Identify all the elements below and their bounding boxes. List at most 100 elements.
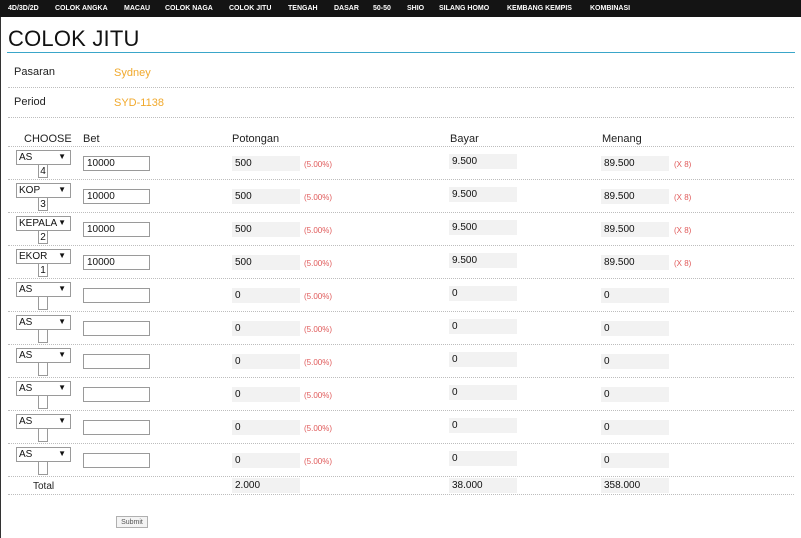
potongan-percent: (5.00%) — [304, 391, 333, 400]
menang-value: 0 — [601, 420, 669, 435]
nav-item-kembang-kempis[interactable]: KEMBANG KEMPIS — [507, 0, 572, 17]
title-divider — [7, 52, 795, 53]
divider — [8, 146, 794, 147]
bet-input[interactable] — [83, 288, 150, 303]
menang-multiplier: (X 8) — [674, 193, 692, 202]
choose-select-value: AS — [19, 152, 33, 163]
page-title: COLOK JITU — [8, 26, 140, 51]
nav-item-silang-homo[interactable]: SILANG HOMO — [439, 0, 489, 17]
choose-select[interactable]: EKOR ▼ — [16, 249, 71, 264]
digit-input[interactable]: 4 — [38, 164, 48, 178]
bayar-value: 9.500 — [449, 220, 517, 235]
divider — [8, 311, 794, 312]
menang-value: 89.500 — [601, 156, 669, 171]
menang-value: 0 — [601, 288, 669, 303]
divider — [8, 410, 794, 411]
divider — [8, 245, 794, 246]
digit-input[interactable] — [38, 461, 48, 475]
bet-input[interactable] — [83, 222, 150, 237]
potongan-value: 0 — [232, 354, 300, 369]
nav-item-colok-jitu[interactable]: COLOK JITU — [229, 0, 271, 17]
nav-item-shio[interactable]: SHIO — [407, 0, 424, 17]
digit-input[interactable]: 1 — [38, 263, 48, 277]
bet-input[interactable] — [83, 354, 150, 369]
bayar-value: 9.500 — [449, 187, 517, 202]
digit-input[interactable] — [38, 395, 48, 409]
dropdown-arrow-icon: ▼ — [58, 317, 66, 326]
total-menang: 358.000 — [601, 478, 669, 493]
period-value: SYD-1138 — [114, 97, 164, 109]
choose-select[interactable]: AS ▼ — [16, 282, 71, 297]
choose-select[interactable]: KEPALA ▼ — [16, 216, 71, 231]
digit-input[interactable] — [38, 296, 48, 310]
pasaran-value: Sydney — [114, 67, 151, 79]
header-bet: Bet — [83, 133, 100, 145]
divider — [8, 344, 794, 345]
digit-input[interactable] — [38, 428, 48, 442]
bayar-value: 0 — [449, 352, 517, 367]
choose-select-value: KEPALA — [19, 218, 58, 229]
bet-input[interactable] — [83, 255, 150, 270]
nav-item-tengah[interactable]: TENGAH — [288, 0, 318, 17]
divider — [8, 278, 794, 279]
header-choose: CHOOSE — [24, 133, 72, 145]
bet-input[interactable] — [83, 321, 150, 336]
nav-item-dasar[interactable]: DASAR — [334, 0, 359, 17]
choose-select[interactable]: AS ▼ — [16, 315, 71, 330]
choose-select[interactable]: KOP ▼ — [16, 183, 71, 198]
choose-select-value: AS — [19, 317, 33, 328]
potongan-percent: (5.00%) — [304, 259, 333, 268]
choose-select-value: EKOR — [19, 251, 48, 262]
menang-multiplier: (X 8) — [674, 226, 692, 235]
potongan-value: 0 — [232, 321, 300, 336]
digit-input[interactable]: 2 — [38, 230, 48, 244]
nav-item-colok-naga[interactable]: COLOK NAGA — [165, 0, 213, 17]
choose-select[interactable]: AS ▼ — [16, 348, 71, 363]
bet-input[interactable] — [83, 453, 150, 468]
choose-select-value: AS — [19, 449, 33, 460]
bayar-value: 0 — [449, 451, 517, 466]
choose-select[interactable]: AS ▼ — [16, 414, 71, 429]
dropdown-arrow-icon: ▼ — [58, 350, 66, 359]
nav-item-colok-angka[interactable]: COLOK ANGKA — [55, 0, 108, 17]
digit-input[interactable]: 3 — [38, 197, 48, 211]
digit-input[interactable] — [38, 362, 48, 376]
potongan-percent: (5.00%) — [304, 457, 333, 466]
dropdown-arrow-icon: ▼ — [58, 152, 66, 161]
potongan-percent: (5.00%) — [304, 424, 333, 433]
bet-input[interactable] — [83, 387, 150, 402]
menang-value: 89.500 — [601, 222, 669, 237]
choose-select[interactable]: AS ▼ — [16, 447, 71, 462]
divider — [8, 494, 794, 495]
submit-button[interactable]: Submit — [116, 516, 148, 528]
nav-item-50-50[interactable]: 50-50 — [373, 0, 391, 17]
period-label: Period — [14, 96, 46, 108]
dropdown-arrow-icon: ▼ — [58, 218, 66, 227]
divider — [8, 117, 794, 118]
menang-multiplier: (X 8) — [674, 259, 692, 268]
dropdown-arrow-icon: ▼ — [58, 416, 66, 425]
nav-item-4d3d2d[interactable]: 4D/3D/2D — [8, 0, 39, 17]
bet-input[interactable] — [83, 420, 150, 435]
bet-input[interactable] — [83, 189, 150, 204]
menang-value: 89.500 — [601, 255, 669, 270]
nav-item-macau[interactable]: MACAU — [124, 0, 150, 17]
divider — [8, 476, 794, 477]
bayar-value: 0 — [449, 385, 517, 400]
pasaran-label: Pasaran — [14, 66, 55, 78]
bayar-value: 9.500 — [449, 154, 517, 169]
dropdown-arrow-icon: ▼ — [58, 383, 66, 392]
choose-select-value: AS — [19, 284, 33, 295]
potongan-percent: (5.00%) — [304, 292, 333, 301]
choose-select[interactable]: AS ▼ — [16, 150, 71, 165]
digit-input[interactable] — [38, 329, 48, 343]
choose-select-value: AS — [19, 350, 33, 361]
bayar-value: 0 — [449, 418, 517, 433]
bet-input[interactable] — [83, 156, 150, 171]
nav-item-kombinasi[interactable]: KOMBINASI — [590, 0, 630, 17]
menang-value: 0 — [601, 321, 669, 336]
choose-select[interactable]: AS ▼ — [16, 381, 71, 396]
dropdown-arrow-icon: ▼ — [58, 449, 66, 458]
divider — [8, 212, 794, 213]
potongan-value: 0 — [232, 387, 300, 402]
